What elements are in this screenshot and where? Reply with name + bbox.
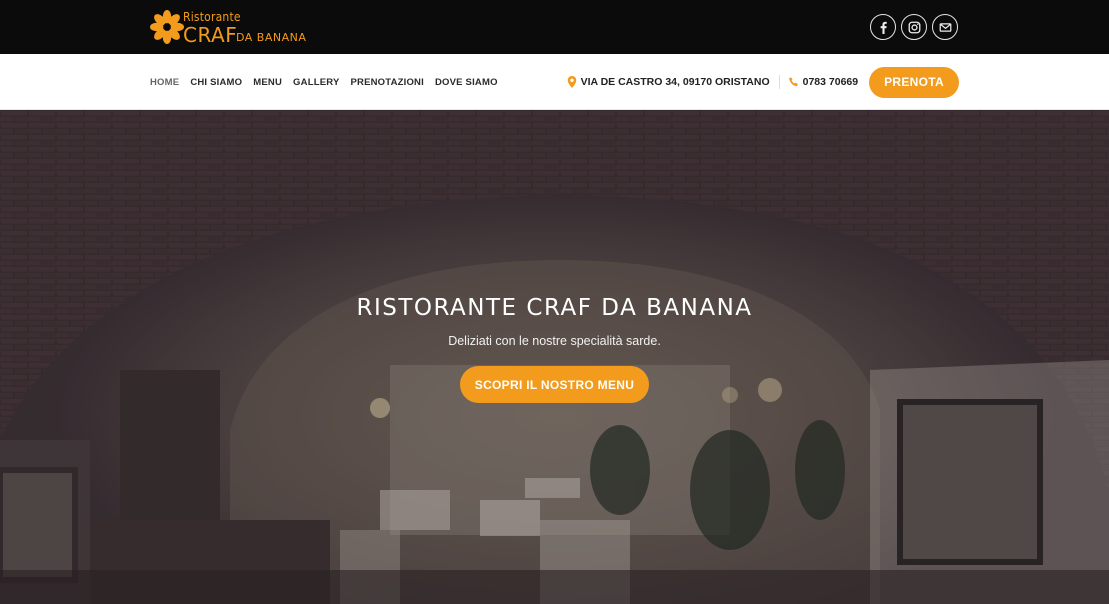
nav-menu[interactable]: MENU (253, 77, 282, 88)
main-navbar: HOME CHI SIAMO MENU GALLERY PRENOTAZIONI… (0, 54, 1109, 110)
logo-text-craf: CRAF (183, 23, 238, 47)
nav-dove-siamo[interactable]: DOVE SIAMO (435, 77, 498, 88)
instagram-icon[interactable] (901, 14, 927, 40)
address-info[interactable]: VIA DE CASTRO 34, 09170 ORISTANO (567, 76, 770, 88)
hero-content: RISTORANTE CRAF DA BANANA Deliziati con … (0, 295, 1109, 403)
phone-text: 0783 70669 (802, 76, 859, 88)
logo[interactable]: Ristorante CRAF DA BANANA (150, 8, 320, 48)
logo-text-da-banana: DA BANANA (236, 31, 307, 44)
hero-title: RISTORANTE CRAF DA BANANA (356, 295, 753, 321)
map-pin-icon (567, 76, 576, 88)
social-links (870, 14, 958, 40)
phone-icon (788, 77, 798, 87)
email-icon[interactable] (932, 14, 958, 40)
contact-area: VIA DE CASTRO 34, 09170 ORISTANO 0783 70… (567, 54, 959, 110)
flower-logo-icon (150, 10, 184, 44)
discover-menu-button[interactable]: SCOPRI IL NOSTRO MENU (459, 366, 650, 403)
facebook-icon[interactable] (870, 14, 896, 40)
nav-chi-siamo[interactable]: CHI SIAMO (190, 77, 242, 88)
logo-text-ristorante: Ristorante (183, 10, 241, 24)
nav-prenotazioni[interactable]: PRENOTAZIONI (350, 77, 423, 88)
nav-home[interactable]: HOME (150, 77, 179, 88)
top-bar: Ristorante CRAF DA BANANA (0, 0, 1109, 54)
main-menu: HOME CHI SIAMO MENU GALLERY PRENOTAZIONI… (150, 54, 498, 110)
nav-gallery[interactable]: GALLERY (293, 77, 339, 88)
prenota-button[interactable]: PRENOTA (869, 66, 959, 98)
hero-section: RISTORANTE CRAF DA BANANA Deliziati con … (0, 110, 1109, 604)
address-text: VIA DE CASTRO 34, 09170 ORISTANO (580, 76, 770, 88)
phone-info[interactable]: 0783 70669 (788, 76, 859, 88)
divider (778, 75, 780, 89)
hero-subtitle: Deliziati con le nostre specialità sarde… (448, 334, 661, 348)
